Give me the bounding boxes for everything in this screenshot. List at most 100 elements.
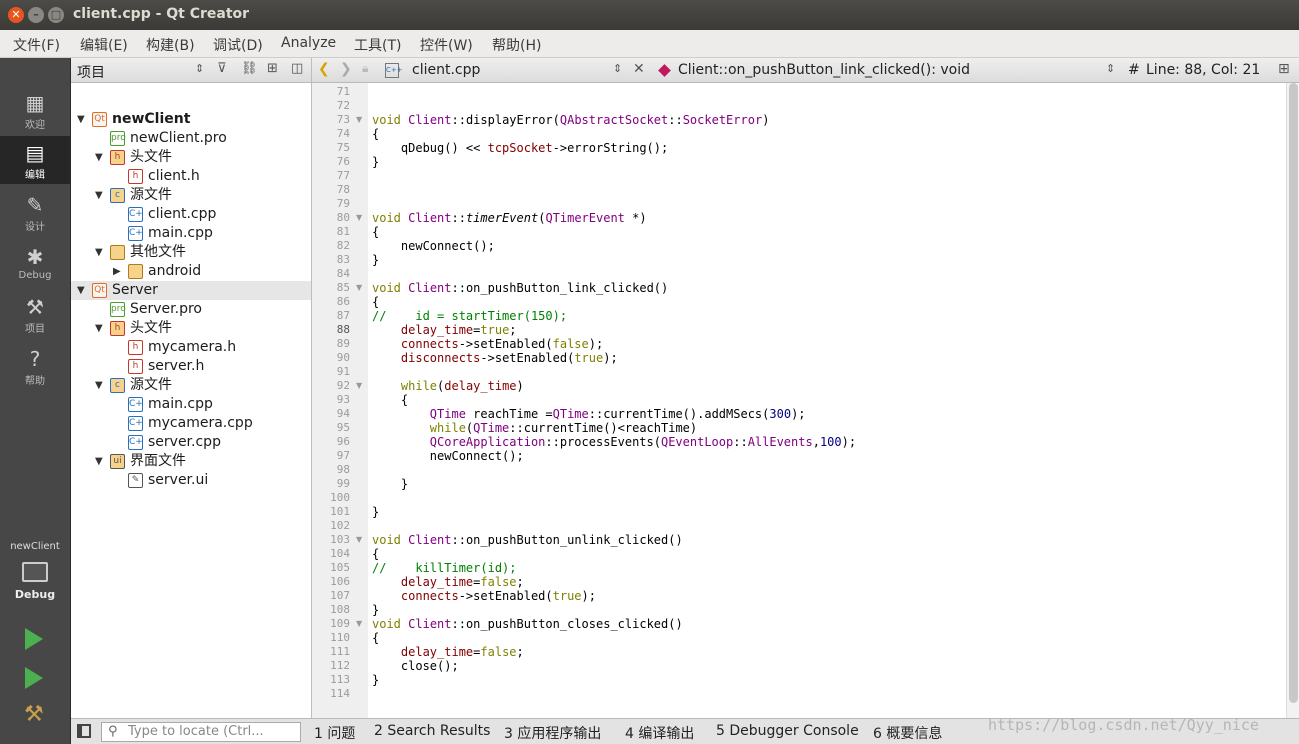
code-line[interactable]: delay_time=false; [372,645,524,659]
close-file-icon[interactable]: ✕ [633,61,645,77]
code-line[interactable]: delay_time=true; [372,323,517,337]
menu-widgets[interactable]: 控件(W) [420,35,473,55]
vertical-scrollbar[interactable] [1286,83,1299,718]
tree-item[interactable]: pro Server.pro [71,300,311,319]
maximize-window-icon[interactable]: □ [48,7,64,23]
menu-edit[interactable]: 编辑(E) [80,35,128,55]
tree-item[interactable]: ▶ android [71,262,311,281]
code-line[interactable]: while(delay_time) [372,379,524,393]
code-line[interactable]: // killTimer(id); [372,561,517,575]
close-pane-icon[interactable]: ◫ [291,61,303,76]
menu-help[interactable]: 帮助(H) [492,35,541,55]
tab-general-messages[interactable]: 6 概要信息 [873,723,942,743]
code-line[interactable]: // id = startTimer(150); [372,309,567,323]
tree-item[interactable]: ▼ h 头文件 [71,148,311,167]
link-icon[interactable]: ⛓ [241,61,258,76]
mode-help[interactable]: ? 帮助 [0,342,70,390]
updown-icon[interactable]: ⇕ [195,62,204,75]
tab-search-results[interactable]: 2 Search Results [374,723,490,739]
back-arrow-icon[interactable]: ❮ [318,61,330,77]
code-area[interactable]: void Client::displayError(QAbstractSocke… [368,83,1284,718]
mode-debug[interactable]: ✱ Debug [0,240,70,288]
fold-marker-icon[interactable]: ▼ [356,281,362,295]
expanded-arrow-icon[interactable]: ▼ [95,376,103,395]
code-line[interactable]: QTime reachTime =QTime::currentTime().ad… [372,407,806,421]
filter-icon[interactable]: ⊽ [217,61,227,76]
code-line[interactable]: QCoreApplication::processEvents(QEventLo… [372,435,856,449]
tab-issues[interactable]: 1 问题 [314,723,355,743]
fold-marker-icon[interactable]: ▼ [356,113,362,127]
tree-item[interactable]: pro newClient.pro [71,129,311,148]
expanded-arrow-icon[interactable]: ▼ [95,319,103,338]
tree-item[interactable]: C+ main.cpp [71,395,311,414]
tree-item[interactable]: h mycamera.h [71,338,311,357]
fold-marker-icon[interactable]: ▼ [356,533,362,547]
tab-debugger-console[interactable]: 5 Debugger Console [716,723,859,739]
code-line[interactable]: { [372,393,408,407]
tree-item[interactable]: ▼ 其他文件 [71,243,311,262]
menu-analyze[interactable]: Analyze [281,35,336,51]
menu-file[interactable]: 文件(F) [13,35,60,55]
scrollbar-thumb[interactable] [1289,83,1298,703]
code-line[interactable]: { [372,225,379,239]
toggle-sidebar-icon[interactable] [77,724,91,738]
tree-item[interactable]: ▼ Qt Server [71,281,311,300]
tree-item[interactable]: ▼ c 源文件 [71,186,311,205]
symbol-selector[interactable]: Client::on_pushButton_link_clicked(): vo… [678,62,970,78]
split-icon[interactable]: ⊞ [267,61,278,76]
expanded-arrow-icon[interactable]: ▼ [95,186,103,205]
code-line[interactable]: { [372,631,379,645]
tab-app-output[interactable]: 3 应用程序输出 [504,723,601,743]
code-line[interactable]: } [372,155,379,169]
split-editor-icon[interactable]: ⊞ [1278,61,1290,77]
code-line[interactable]: while(QTime::currentTime()<reachTime) [372,421,697,435]
expanded-arrow-icon[interactable]: ▼ [95,243,103,262]
expanded-arrow-icon[interactable]: ▼ [77,281,85,300]
fold-marker-icon[interactable]: ▼ [356,617,362,631]
tree-item[interactable]: C+ main.cpp [71,224,311,243]
expanded-arrow-icon[interactable]: ▼ [95,452,103,471]
code-line[interactable]: } [372,603,379,617]
tree-item[interactable]: h server.h [71,357,311,376]
menu-debug[interactable]: 调试(D) [213,35,263,55]
code-line[interactable]: } [372,253,379,267]
code-line[interactable]: newConnect(); [372,239,495,253]
code-line[interactable]: close(); [372,659,459,673]
run-icon[interactable] [25,628,43,650]
tree-item[interactable]: ✎ server.ui [71,471,311,490]
debug-run-icon[interactable] [25,667,43,689]
code-line[interactable]: void Client::displayError(QAbstractSocke… [372,113,769,127]
code-line[interactable]: qDebug() << tcpSocket->errorString(); [372,141,668,155]
tree-item[interactable]: C+ mycamera.cpp [71,414,311,433]
code-line[interactable]: newConnect(); [372,449,524,463]
code-line[interactable]: { [372,547,379,561]
code-line[interactable]: connects->setEnabled(false); [372,337,603,351]
code-line[interactable]: disconnects->setEnabled(true); [372,351,618,365]
mode-edit[interactable]: ▤ 编辑 [0,136,70,184]
code-line[interactable]: } [372,477,408,491]
build-hammer-icon[interactable]: ⚒ [24,702,44,727]
mode-welcome[interactable]: ▦ 欢迎 [0,86,70,134]
code-line[interactable]: void Client::timerEvent(QTimerEvent *) [372,211,647,225]
open-file-name[interactable]: client.cpp [412,62,480,78]
close-window-icon[interactable]: ✕ [8,7,24,23]
menu-build[interactable]: 构建(B) [146,35,195,55]
code-line[interactable]: } [372,673,379,687]
tree-item[interactable]: C+ client.cpp [71,205,311,224]
code-line[interactable]: { [372,127,379,141]
code-line[interactable]: void Client::on_pushButton_link_clicked(… [372,281,668,295]
mode-design[interactable]: ✎ 设计 [0,188,70,236]
locator-input[interactable]: ⚲ Type to locate (Ctrl... [101,722,301,742]
forward-arrow-icon[interactable]: ❯ [340,61,352,77]
expanded-arrow-icon[interactable]: ▼ [95,148,103,167]
code-line[interactable]: void Client::on_pushButton_unlink_clicke… [372,533,683,547]
expanded-arrow-icon[interactable]: ▼ [77,110,85,129]
encoding-hash[interactable]: # [1128,62,1140,78]
collapsed-arrow-icon[interactable]: ▶ [113,262,121,281]
cursor-position[interactable]: Line: 88, Col: 21 [1146,62,1260,78]
fold-marker-icon[interactable]: ▼ [356,379,362,393]
code-line[interactable]: void Client::on_pushButton_closes_clicke… [372,617,683,631]
file-dropdown-icon[interactable]: ⇕ [613,62,622,75]
tree-item[interactable]: ▼ ui 界面文件 [71,452,311,471]
code-line[interactable]: { [372,295,379,309]
